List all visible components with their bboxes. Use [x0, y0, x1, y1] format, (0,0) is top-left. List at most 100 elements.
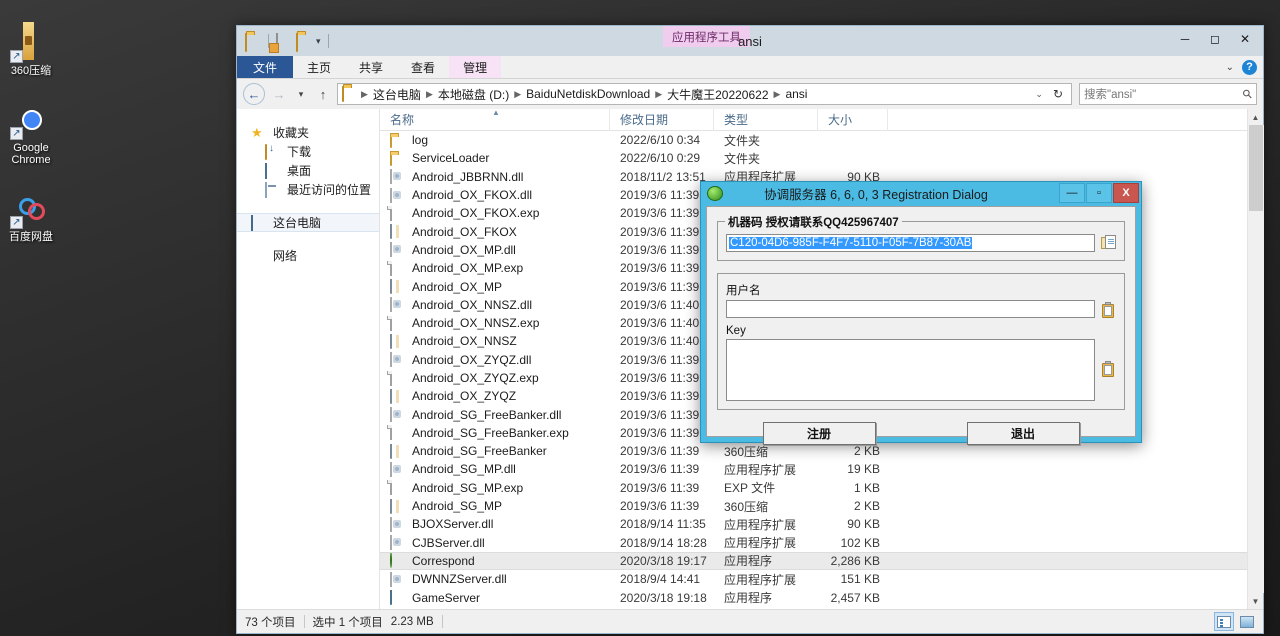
sidebar-item-network[interactable]: 网络 [237, 246, 379, 265]
tab-home[interactable]: 主页 [293, 56, 345, 78]
table-row[interactable]: BJOXServer.dll 2018/9/14 11:35 应用程序扩展 90 KB [380, 515, 1263, 533]
exp-file-icon [390, 205, 406, 221]
file-name-label: Correspond [412, 553, 475, 568]
breadcrumb-item[interactable]: 本地磁盘 (D:) [436, 86, 511, 103]
file-name-label: Android_SG_FreeBanker.exp [412, 425, 569, 440]
contextual-tab-title: 应用程序工具 [663, 26, 750, 47]
clipboard-paste-icon[interactable] [1101, 361, 1116, 378]
machine-code-row: C120-04D6-985F-F4F7-5110-F05F-7B87-30AB [726, 234, 1116, 252]
breadcrumb-item[interactable]: 大牛魔王20220622 [665, 86, 770, 103]
table-row[interactable]: log 2022/6/10 0:34 文件夹 [380, 131, 1263, 149]
username-input[interactable] [726, 300, 1095, 318]
search-input[interactable]: 搜索"ansi" ⚲ [1079, 83, 1257, 105]
column-header-type[interactable]: 类型 [714, 108, 818, 131]
large-icons-view-button[interactable] [1237, 612, 1257, 631]
registration-dialog: 协调服务器 6, 6, 0, 3 Registration Dialog — ▫… [700, 181, 1142, 445]
table-row[interactable]: Android_SG_MP.exp 2019/3/6 11:39 EXP 文件 1 K… [380, 479, 1263, 497]
divider [441, 615, 443, 628]
table-row[interactable]: Correspond 2020/3/18 19:17 应用程序 2,286 KB [380, 551, 1263, 571]
table-row[interactable]: CJBServer.dll 2018/9/14 18:28 应用程序扩展 102 KB [380, 534, 1263, 552]
scrollbar-track[interactable] [1247, 125, 1264, 593]
file-name-label: Android_SG_MP [412, 499, 503, 514]
sidebar-item-label: 最近访问的位置 [287, 183, 372, 197]
help-icon[interactable]: ? [1242, 59, 1257, 75]
column-header-name[interactable]: 名称 ▲ [380, 108, 610, 131]
file-date-cell: 2019/3/6 11:39 [620, 371, 700, 385]
file-name-label: DWNNZServer.dll [412, 572, 507, 587]
close-button[interactable]: ✕ [1231, 28, 1259, 50]
refresh-icon[interactable]: ↻ [1049, 87, 1067, 101]
file-name-label: Android_SG_FreeBanker [412, 444, 547, 459]
breadcrumb[interactable]: ▶ 这台电脑 ▶ 本地磁盘 (D:) ▶ BaiduNetdiskDownloa… [337, 83, 1072, 105]
scrollbar-thumb[interactable] [1248, 125, 1263, 211]
vertical-scrollbar[interactable]: ▲ ▼ [1247, 109, 1264, 609]
desktop-icon-label: Google Chrome [11, 142, 51, 166]
sidebar-item-this-pc[interactable]: 这台电脑 [237, 213, 379, 232]
register-button[interactable]: 注册 [762, 422, 876, 445]
file-name-cell: Android_OX_ZYQZ [380, 388, 610, 404]
table-row[interactable]: Android_SG_MP 2019/3/6 11:39 360压缩 2 KB [380, 497, 1263, 515]
file-date-cell: 2019/3/6 11:40 [620, 334, 700, 349]
table-row[interactable]: Android_SG_MP.dll 2019/3/6 11:39 应用程序扩展 19 … [380, 460, 1263, 478]
file-date-cell: 2019/3/6 11:39 [620, 279, 700, 294]
recent-locations-icon[interactable]: ▾ [293, 83, 309, 105]
machine-code-input[interactable]: C120-04D6-985F-F4F7-5110-F05F-7B87-30AB [726, 234, 1095, 252]
folder-icon [390, 132, 406, 148]
copy-icon[interactable] [1101, 235, 1116, 251]
chevron-down-icon[interactable]: ⌄ [1031, 89, 1047, 100]
dialog-close-button[interactable]: X [1113, 183, 1139, 203]
chevron-down-icon[interactable]: ▾ [316, 36, 321, 46]
dll-file-icon [390, 516, 406, 532]
sidebar-item-downloads[interactable]: 下载 [237, 142, 379, 161]
sidebar-item-favorites[interactable]: ★ 收藏夹 [237, 123, 379, 142]
tab-file[interactable]: 文件 [237, 56, 294, 78]
column-header-date[interactable]: 修改日期 [610, 108, 714, 131]
breadcrumb-item[interactable]: BaiduNetdiskDownload [524, 87, 652, 101]
exp-file-icon [390, 425, 406, 441]
minimize-button[interactable]: ─ [1171, 28, 1199, 50]
up-button[interactable]: ↑ [312, 83, 334, 105]
tab-share[interactable]: 共享 [345, 56, 397, 78]
dialog-maximize-button[interactable]: ▫ [1086, 183, 1112, 203]
file-name-label: Android_OX_FKOX.dll [412, 188, 533, 203]
clipboard-paste-icon[interactable] [1101, 302, 1116, 319]
back-button[interactable]: ← [243, 83, 265, 105]
desktop-icon-chrome[interactable]: ↗ Google Chrome [0, 99, 62, 166]
key-input[interactable] [726, 339, 1095, 401]
scroll-down-button[interactable]: ▼ [1248, 593, 1264, 609]
file-date-cell: 2019/3/6 11:39 [620, 480, 700, 495]
table-row[interactable]: ServiceLoader 2022/6/10 0:29 文件夹 [380, 149, 1263, 167]
dialog-minimize-button[interactable]: — [1059, 183, 1085, 203]
file-name-cell: BJOXServer.dll [380, 516, 610, 532]
breadcrumb-item[interactable]: ansi [783, 87, 809, 101]
sidebar-item-recent-places[interactable]: 最近访问的位置 [237, 180, 379, 199]
file-type-cell: 文件夹 [724, 151, 761, 166]
archive-360zip-icon [390, 388, 406, 404]
ribbon-tab-strip: 文件 主页 共享 查看 管理 ⌄ ? [237, 56, 1263, 79]
chevron-down-icon[interactable]: ⌄ [1226, 62, 1234, 73]
file-name-label: Android_JBBRNN.dll [412, 169, 524, 184]
table-row[interactable]: DWNNZServer.dll 2018/9/4 14:41 应用程序扩展 151 K… [380, 570, 1263, 588]
forward-button[interactable]: → [268, 83, 290, 105]
ribbon-right-controls: ⌄ ? [1226, 56, 1257, 78]
sidebar-item-desktop[interactable]: 桌面 [237, 161, 379, 180]
table-row[interactable]: GameServer 2020/3/18 19:18 应用程序 2,457 KB [380, 588, 1263, 606]
breadcrumb-item[interactable]: 这台电脑 [371, 86, 423, 103]
new-folder-icon[interactable] [276, 32, 292, 52]
exit-button[interactable]: 退出 [966, 422, 1080, 445]
exp-file-icon [390, 370, 406, 386]
desktop-icon-360zip[interactable]: ↗ 360压缩 [0, 22, 62, 77]
desktop-icon-baidu-netdisk[interactable]: ↗ 百度网盘 [0, 188, 62, 243]
tab-view[interactable]: 查看 [397, 56, 449, 78]
desktop-icon-label: 360压缩 [10, 65, 52, 77]
file-date-cell: 2019/3/6 11:39 [620, 499, 700, 514]
details-view-button[interactable] [1214, 612, 1234, 631]
scroll-up-button[interactable]: ▲ [1248, 109, 1264, 125]
folder-icon[interactable] [245, 32, 261, 52]
column-header-size[interactable]: 大小 [818, 108, 888, 131]
tab-manage[interactable]: 管理 [449, 56, 502, 78]
properties-folder-icon[interactable] [296, 32, 312, 52]
archive-360zip-icon [390, 224, 406, 240]
maximize-button[interactable]: ◻ [1201, 28, 1229, 50]
chrome-icon: ↗ [10, 99, 51, 140]
